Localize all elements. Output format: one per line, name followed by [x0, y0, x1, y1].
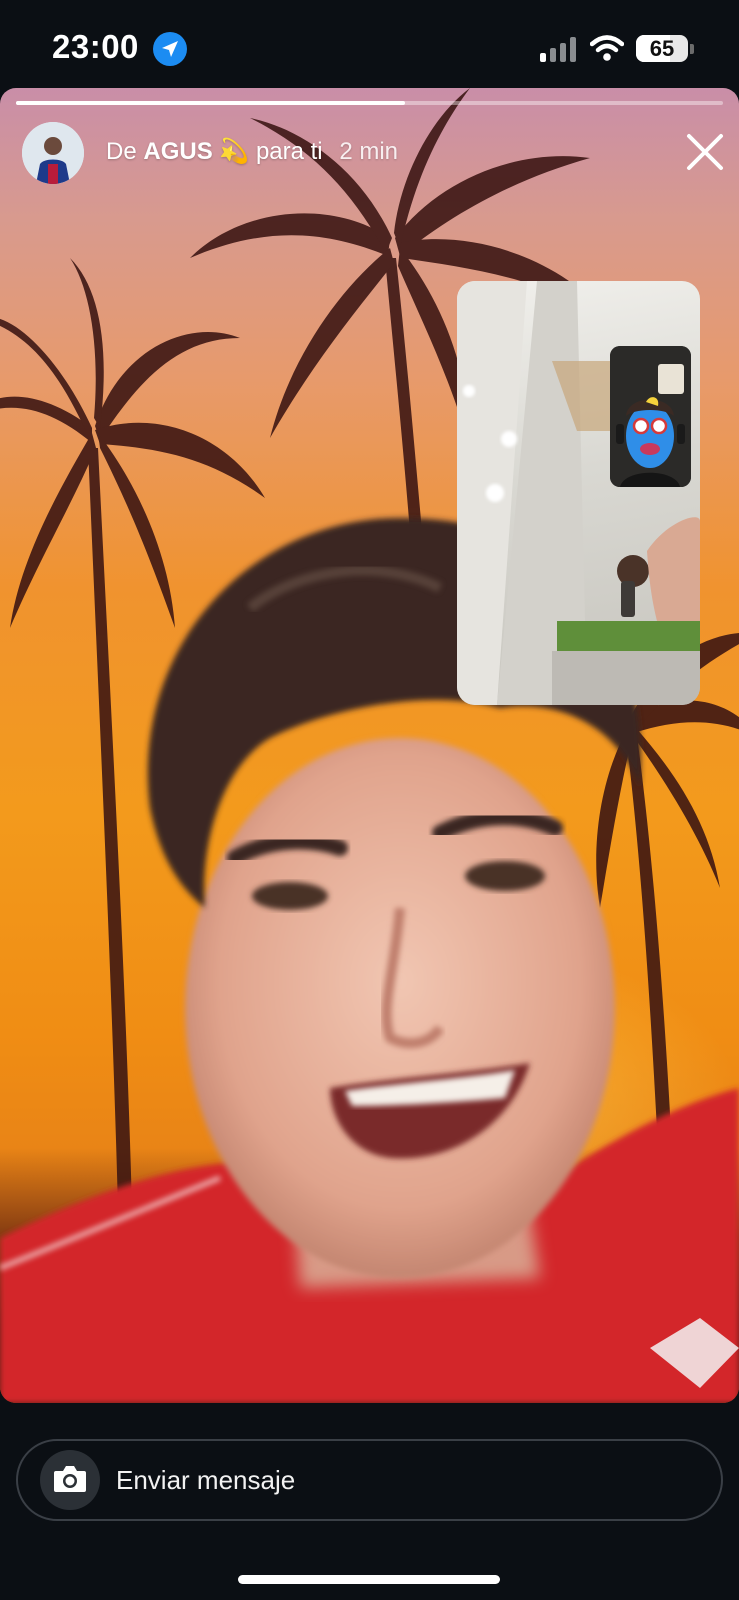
close-icon[interactable]: [683, 130, 727, 174]
status-bar: 23:00 65: [0, 0, 739, 90]
battery-indicator: 65: [636, 35, 688, 62]
wifi-icon: [590, 35, 624, 61]
story-title: De AGUS 💫 para ti 2 min: [106, 137, 398, 166]
to-label: para ti: [255, 138, 323, 165]
camera-button[interactable]: [40, 1450, 100, 1510]
story-progress-fill: [16, 101, 405, 105]
story-progress-track: [16, 101, 723, 105]
sender-emoji: 💫: [219, 138, 250, 165]
message-composer[interactable]: Enviar mensaje: [16, 1439, 723, 1521]
home-indicator[interactable]: [238, 1575, 500, 1584]
story-header: De AGUS 💫 para ti 2 min: [22, 122, 723, 184]
battery-percent: 65: [649, 36, 675, 61]
facetime-pip-tile: [457, 281, 700, 705]
cellular-signal-icon: [540, 36, 576, 62]
message-input[interactable]: Enviar mensaje: [116, 1465, 295, 1496]
status-time: 23:00: [52, 28, 139, 65]
camera-icon: [54, 1466, 86, 1492]
story-time-ago: 2 min: [339, 138, 398, 165]
sender-name[interactable]: AGUS: [143, 138, 212, 165]
location-arrow-icon: [153, 32, 187, 66]
from-label: De: [106, 138, 137, 165]
self-view-mini-tile: [610, 346, 691, 487]
bathroom-scene: [457, 281, 700, 705]
sender-avatar[interactable]: [22, 122, 84, 184]
battery-cap: [690, 44, 694, 54]
story-viewer[interactable]: De AGUS 💫 para ti 2 min: [0, 88, 739, 1403]
